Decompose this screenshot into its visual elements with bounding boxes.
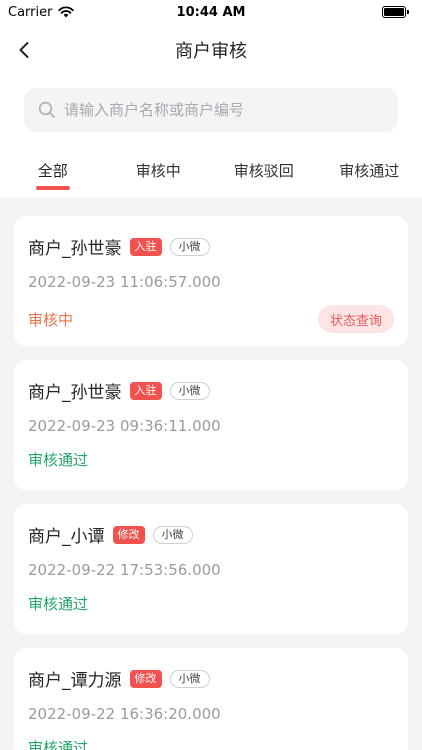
card-header: 商户_谭力源 修改 小微 <box>28 666 394 691</box>
back-button[interactable] <box>10 36 38 64</box>
submit-time: 2022-09-23 09:36:11.000 <box>28 417 221 435</box>
type-badge: 入驻 <box>129 237 162 256</box>
navigation-bar: 商户审核 <box>0 24 422 76</box>
status-text: 审核中 <box>28 310 74 329</box>
submit-time: 2022-09-23 11:06:57.000 <box>28 273 221 291</box>
status-text: 审核通过 <box>28 451 89 469</box>
card-footer: 审核通过 <box>28 449 394 470</box>
type-badge: 修改 <box>129 669 162 688</box>
kind-badge: 小微 <box>169 381 210 400</box>
status-text: 审核通过 <box>28 595 89 613</box>
search-input[interactable] <box>64 101 384 119</box>
card-header: 商户_孙世豪 入驻 小微 <box>28 234 394 259</box>
card-header: 商户_孙世豪 入驻 小微 <box>28 378 394 403</box>
type-badge: 修改 <box>112 525 145 544</box>
list-item[interactable]: 商户_小谭 修改 小微 2022-09-22 17:53:56.000 审核通过 <box>14 504 408 634</box>
kind-badge: 小微 <box>169 669 210 688</box>
chevron-left-icon <box>19 42 29 58</box>
type-badge: 入驻 <box>129 381 162 400</box>
kind-badge: 小微 <box>152 525 193 544</box>
list-item[interactable]: 商户_孙世豪 入驻 小微 2022-09-23 11:06:57.000 审核中… <box>14 216 408 346</box>
merchant-name: 商户_孙世豪 <box>28 383 122 403</box>
carrier-label: Carrier <box>8 4 53 20</box>
submit-time: 2022-09-22 17:53:56.000 <box>28 561 221 579</box>
status-bar: Carrier 10:44 AM <box>0 0 422 24</box>
search-box[interactable] <box>24 88 398 132</box>
tab-approved[interactable]: 审核通过 <box>317 142 422 198</box>
merchant-name: 商户_谭力源 <box>28 671 122 691</box>
wifi-icon <box>58 6 75 18</box>
card-header: 商户_小谭 修改 小微 <box>28 522 394 547</box>
tab-bar: 全部 审核中 审核驳回 审核通过 <box>0 142 422 198</box>
search-icon <box>38 101 55 118</box>
card-footer: 审核通过 <box>28 737 394 750</box>
header-area: Carrier 10:44 AM 商户审核 请输入商户名称或商户编号 全部 审核… <box>0 0 422 198</box>
merchant-name: 商户_孙世豪 <box>28 239 122 259</box>
card-footer: 审核通过 <box>28 593 394 614</box>
search-container <box>0 76 422 142</box>
merchant-name: 商户_小谭 <box>28 527 105 547</box>
page-title: 商户审核 <box>175 41 247 62</box>
kind-badge: 小微 <box>169 237 210 256</box>
submit-time: 2022-09-22 16:36:20.000 <box>28 705 221 723</box>
status-left: Carrier <box>8 4 75 20</box>
list-item[interactable]: 商户_谭力源 修改 小微 2022-09-22 16:36:20.000 审核通… <box>14 648 408 750</box>
status-text: 审核通过 <box>28 739 89 750</box>
battery-icon <box>382 6 409 18</box>
clock: 10:44 AM <box>176 4 246 20</box>
card-footer: 审核中 状态查询 <box>28 305 394 333</box>
list-item[interactable]: 商户_孙世豪 入驻 小微 2022-09-23 09:36:11.000 审核通… <box>14 360 408 490</box>
tab-rejected[interactable]: 审核驳回 <box>211 142 317 198</box>
status-query-button[interactable]: 状态查询 <box>317 305 394 333</box>
tab-reviewing[interactable]: 审核中 <box>106 142 212 198</box>
tab-all[interactable]: 全部 <box>0 142 106 198</box>
merchant-list: 商户_孙世豪 入驻 小微 2022-09-23 11:06:57.000 审核中… <box>0 198 422 750</box>
